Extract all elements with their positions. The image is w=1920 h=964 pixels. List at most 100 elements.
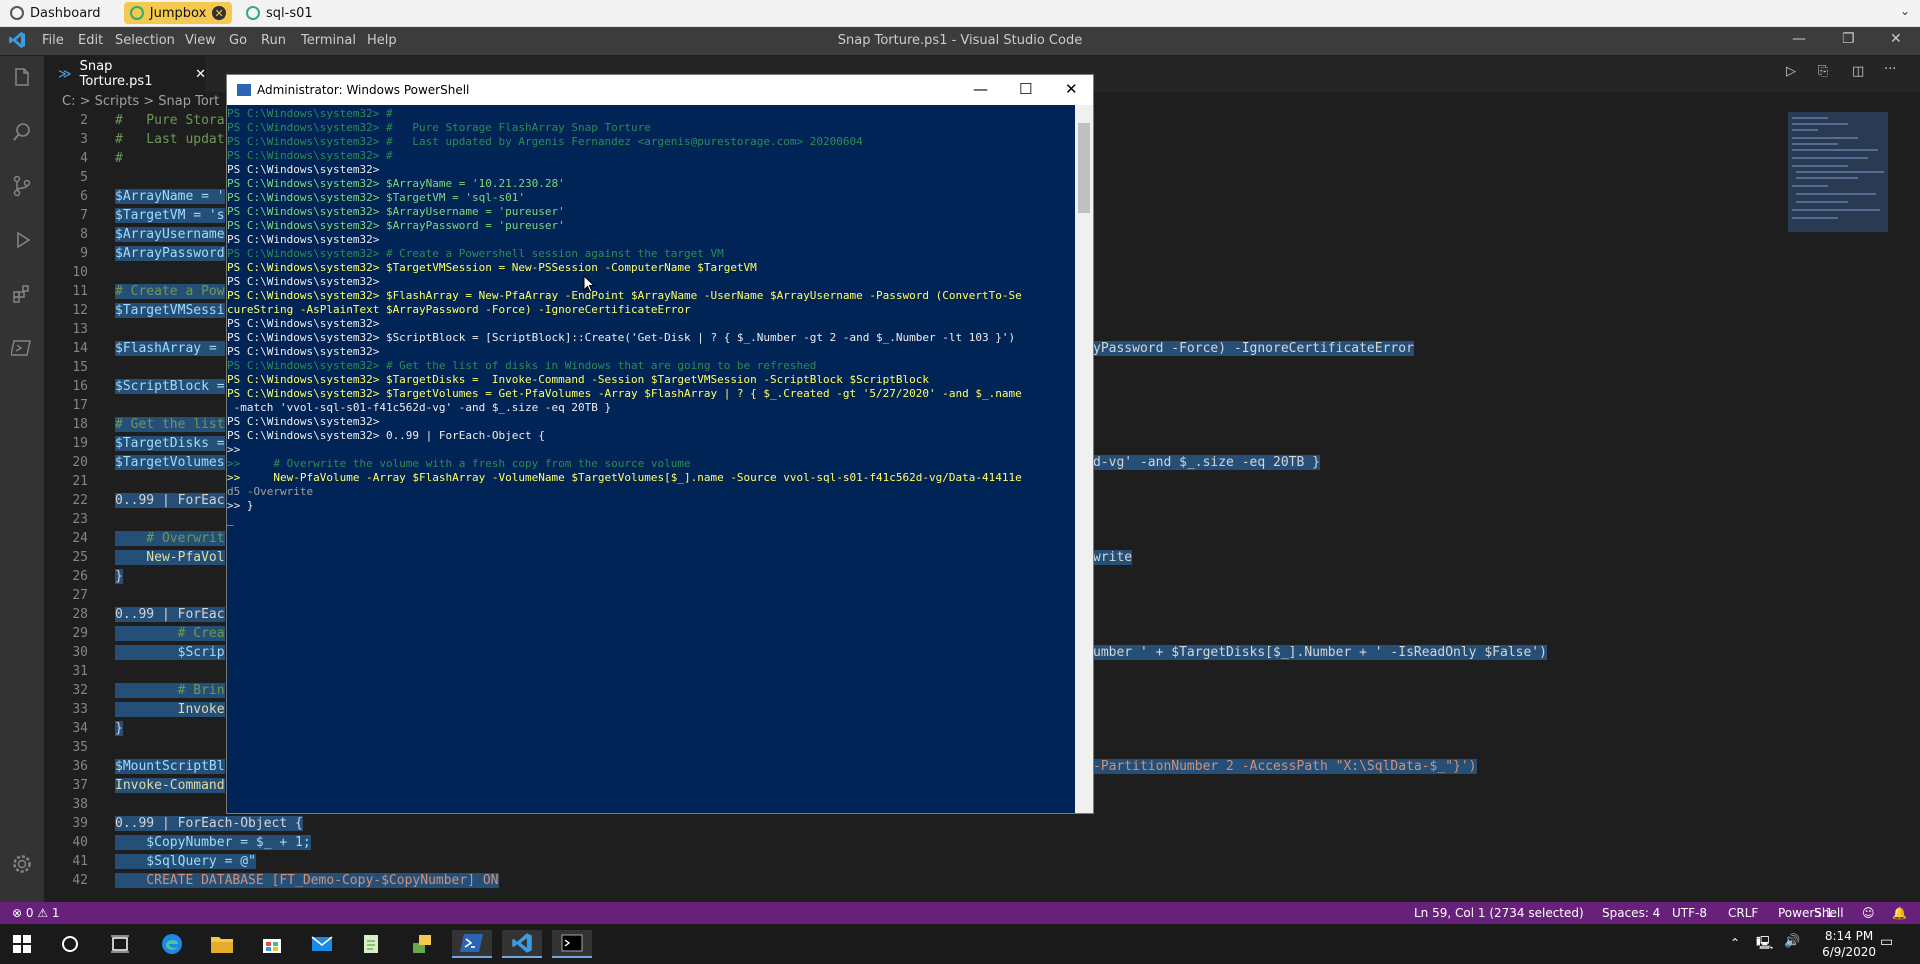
console-line: PS C:\Windows\system32> xyxy=(227,415,380,428)
indentation[interactable]: Spaces: 4 xyxy=(1602,906,1660,920)
code-line: # Pure Stora xyxy=(115,113,225,128)
split-editor-icon[interactable]: ◫ xyxy=(1852,64,1864,79)
minimize-icon[interactable]: — xyxy=(1792,31,1806,47)
console-line: PS C:\Windows\system32> # Create a Power… xyxy=(227,247,724,260)
powershell-panel-icon[interactable] xyxy=(10,336,34,360)
code-line: 0..99 | ForEac xyxy=(115,493,225,508)
gear-icon[interactable] xyxy=(10,852,34,876)
minimize-icon[interactable]: — xyxy=(973,80,988,98)
run-icon[interactable]: ▷ xyxy=(1786,64,1796,79)
line-number: 18 xyxy=(72,417,88,432)
encoding[interactable]: UTF-8 xyxy=(1672,906,1707,920)
close-icon[interactable]: ✕ xyxy=(195,67,206,82)
code-line: $ScriptBlock = xyxy=(115,379,225,394)
line-number: 4 xyxy=(80,151,88,166)
task-view-icon[interactable] xyxy=(100,930,140,958)
more-actions-icon[interactable]: ··· xyxy=(1884,62,1896,77)
code-line: $ArrayName = ' xyxy=(115,189,225,204)
editor-tab-snap-torture[interactable]: ≫ Snap Torture.ps1 ✕ xyxy=(44,56,206,92)
console-line: >> New-PfaVolume -Array $FlashArray -Vol… xyxy=(227,471,1022,484)
line-number: 25 xyxy=(72,550,88,565)
bell-icon[interactable]: 🔔 xyxy=(1892,906,1907,920)
line-number: 33 xyxy=(72,702,88,717)
edge-browser-icon[interactable] xyxy=(152,930,192,958)
search-icon[interactable] xyxy=(10,120,34,144)
code-line: $ArrayPassword xyxy=(115,246,225,261)
problems-indicator[interactable]: ⊗ 0 ⚠ 1 xyxy=(12,906,60,920)
volume-icon[interactable]: 🔊 xyxy=(1784,934,1800,949)
network-tool-icon[interactable] xyxy=(402,930,442,958)
tab-sql-s01[interactable]: sql-s01 xyxy=(240,2,319,24)
network-icon[interactable]: 🖳 xyxy=(1756,934,1773,956)
breadcrumb[interactable]: C: > Scripts > Snap Tort xyxy=(62,94,219,109)
tab-label: Dashboard xyxy=(30,5,101,21)
console-line: PS C:\Windows\system32> $FlashArray = Ne… xyxy=(227,289,1022,302)
cursor-position[interactable]: Ln 59, Col 1 (2734 selected) xyxy=(1414,906,1584,920)
store-icon[interactable] xyxy=(252,930,292,958)
chevron-down-icon[interactable]: ⌄ xyxy=(1900,4,1910,18)
line-number: 23 xyxy=(72,512,88,527)
feedback-icon[interactable]: ☺ xyxy=(1862,906,1875,920)
minimap[interactable] xyxy=(1788,112,1920,232)
remote-tab-bar: Dashboard Jumpbox ✕ sql-s01 ⌄ xyxy=(0,0,1920,27)
console-line: PS C:\Windows\system32> # Pure Storage F… xyxy=(227,121,651,134)
chevron-up-icon[interactable]: ⌃ xyxy=(1730,936,1740,950)
console-scrollbar-thumb[interactable] xyxy=(1078,123,1090,213)
tab-dashboard[interactable]: Dashboard xyxy=(4,2,107,24)
close-icon[interactable]: ✕ xyxy=(1065,80,1078,98)
line-number: 34 xyxy=(72,721,88,736)
console-line: PS C:\Windows\system32> xyxy=(227,163,380,176)
run-selection-icon[interactable]: ⎘ xyxy=(1818,64,1828,79)
line-number: 10 xyxy=(72,265,88,280)
console-line: PS C:\Windows\system32> $ArrayUsername =… xyxy=(227,205,565,218)
code-line: } xyxy=(115,569,123,584)
powershell-window[interactable]: Administrator: Windows PowerShell — ☐ ✕ … xyxy=(226,74,1094,814)
status-bar: ⊗ 0 ⚠ 1 Ln 59, Col 1 (2734 selected) Spa… xyxy=(0,902,1920,924)
source-control-icon[interactable] xyxy=(10,174,34,198)
notepad-icon[interactable] xyxy=(352,930,392,958)
line-number: 24 xyxy=(72,531,88,546)
mail-icon[interactable] xyxy=(302,930,342,958)
file-explorer-icon[interactable] xyxy=(202,930,242,958)
explorer-icon[interactable] xyxy=(10,66,34,90)
system-clock[interactable]: 8:14 PM 6/9/2020 xyxy=(1822,928,1876,960)
code-line: $SqlQuery = @" xyxy=(115,854,256,869)
line-number: 9 xyxy=(80,246,88,261)
line-number: 14 xyxy=(72,341,88,356)
code-line: $TargetVolumes xyxy=(115,455,225,470)
line-number: 6 xyxy=(80,189,88,204)
close-icon[interactable]: ✕ xyxy=(212,6,226,20)
powershell-icon xyxy=(237,84,251,96)
powershell-title-bar[interactable]: Administrator: Windows PowerShell — ☐ ✕ xyxy=(227,75,1093,105)
line-ending[interactable]: CRLF xyxy=(1728,906,1758,920)
notification-icon[interactable]: ▭ xyxy=(1880,934,1893,950)
line-number: 38 xyxy=(72,797,88,812)
search-icon[interactable] xyxy=(50,930,90,958)
run-debug-icon[interactable] xyxy=(10,228,34,252)
close-icon[interactable]: ✕ xyxy=(1890,31,1902,47)
maximize-icon[interactable]: ☐ xyxy=(1019,80,1032,98)
terminal-taskbar-icon[interactable] xyxy=(552,930,592,958)
language-mode[interactable]: PowerShell xyxy=(1778,906,1844,920)
console-line: PS C:\Windows\system32> xyxy=(227,233,380,246)
extensions-icon[interactable] xyxy=(10,282,34,306)
code-line: Invoke xyxy=(115,702,225,717)
line-number: 8 xyxy=(80,227,88,242)
vscode-taskbar-icon[interactable] xyxy=(502,930,542,958)
line-number: 40 xyxy=(72,835,88,850)
ps-version[interactable]: 5.1 xyxy=(1814,906,1833,920)
code-line: # xyxy=(115,151,123,166)
tab-jumpbox[interactable]: Jumpbox ✕ xyxy=(124,2,232,24)
line-number: 2 xyxy=(80,113,88,128)
powershell-taskbar-icon[interactable] xyxy=(452,930,492,958)
code-line: 0..99 | ForEach-Object { xyxy=(115,816,303,831)
clock-time: 8:14 PM xyxy=(1824,929,1874,943)
line-number: 37 xyxy=(72,778,88,793)
powershell-console[interactable]: PS C:\Windows\system32> # PS C:\Windows\… xyxy=(227,105,1075,813)
restore-icon[interactable]: ❐ xyxy=(1842,31,1855,47)
line-number: 31 xyxy=(72,664,88,679)
code-line: $TargetVM = 's xyxy=(115,208,225,223)
mouse-pointer-icon xyxy=(583,275,595,293)
windows-start-icon[interactable] xyxy=(2,930,42,958)
code-line: # Crea xyxy=(115,626,225,641)
